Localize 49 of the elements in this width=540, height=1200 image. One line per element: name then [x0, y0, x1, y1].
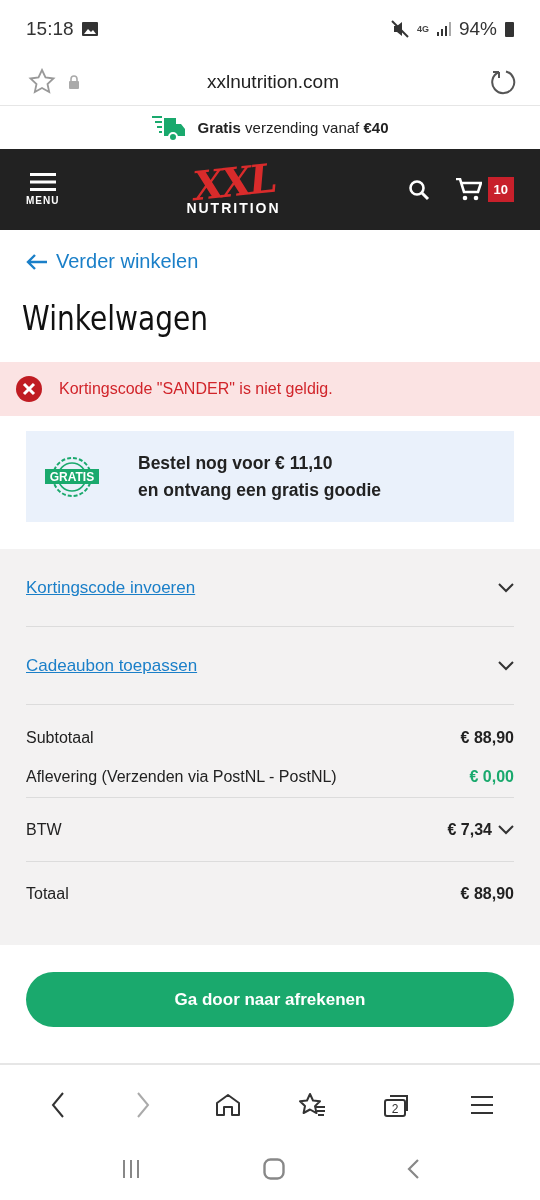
tabs-button[interactable]: 2 [376, 1085, 417, 1125]
chevron-right-icon [136, 1092, 150, 1118]
chevron-left-icon [51, 1092, 66, 1118]
summary-label: Totaal [26, 884, 70, 903]
star-list-icon [298, 1092, 327, 1118]
logo-wordmark[interactable]: XXL [191, 159, 276, 204]
mute-icon [390, 20, 409, 38]
star-icon[interactable] [28, 68, 56, 95]
cart-icon[interactable] [455, 177, 482, 202]
back-icon[interactable] [407, 1158, 419, 1179]
summary-value: € 0,00 [469, 768, 514, 786]
summary-label: BTW [26, 820, 63, 839]
accordion-link[interactable]: Cadeaubon toepassen [26, 655, 498, 676]
menu-button[interactable]: MENU [26, 173, 60, 206]
summary-value: € 88,90 [460, 729, 514, 747]
error-icon [15, 375, 43, 403]
accordion-link[interactable]: Kortingscode invoeren [26, 577, 498, 598]
home-icon [214, 1093, 241, 1117]
summary-value: € 88,90 [460, 884, 514, 903]
url-text[interactable]: xxlnutrition.com [80, 70, 466, 93]
back-link[interactable]: Verder winkelen [0, 230, 540, 273]
checkout-button[interactable]: Ga door naar afrekenen [26, 972, 514, 1027]
summary-label: Aflevering (Verzenden via PostNL - PostNL) [26, 768, 338, 786]
signal-icon [436, 22, 451, 36]
image-icon [81, 22, 98, 36]
chevron-icon [498, 660, 514, 671]
recent-apps-icon[interactable] [121, 1158, 141, 1179]
goodie-text: en ontvang een gratis goodie [138, 479, 382, 501]
status-time: 15:18 [26, 18, 74, 40]
menu-icon [29, 173, 56, 191]
reload-icon[interactable] [490, 68, 516, 95]
chevron-icon [498, 824, 514, 835]
menu-icon [470, 1095, 493, 1115]
page-title: Winkelwagen [21, 298, 210, 340]
network-type: 4G [416, 24, 429, 34]
summary-label: Subtotaal [26, 729, 95, 747]
lock-icon [68, 74, 80, 89]
goodie-amount: Bestel nog voor € 11,10 [138, 452, 334, 474]
shipping-text: Gratis verzending vanaf €40 [197, 119, 389, 136]
chevron-icon [498, 582, 514, 593]
summary-value: € 7,34 [447, 820, 492, 839]
truck-icon [151, 113, 186, 142]
search-icon[interactable] [407, 178, 430, 201]
battery-icon [505, 21, 514, 37]
error-message: Kortingscode "SANDER" is niet geldig. [59, 380, 333, 398]
home-icon[interactable] [263, 1157, 285, 1180]
arrow-left-icon [26, 252, 48, 271]
cart-count: 10 [487, 177, 514, 202]
battery-level: 94% [458, 18, 497, 40]
